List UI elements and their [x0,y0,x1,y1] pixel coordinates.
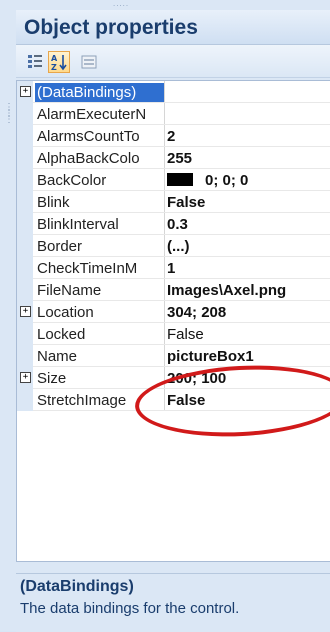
property-name[interactable]: (DataBindings) [35,83,165,103]
property-name[interactable]: Border [37,237,163,257]
expand-icon[interactable]: + [20,306,31,317]
description-pane: (DataBindings) The data bindings for the… [16,573,330,632]
property-name[interactable]: AlarmExecuterN [37,105,163,125]
property-value-text: 0; 0; 0 [205,172,249,189]
property-name[interactable]: AlphaBackColo [37,149,163,169]
property-name[interactable]: CheckTimeInM [37,259,163,279]
column-separator [164,191,165,213]
row-gutter: + [17,81,33,103]
property-row[interactable]: AlarmExecuterN [17,103,330,125]
row-gutter [17,345,33,367]
column-separator [164,235,165,257]
alphabetical-icon: A Z [51,54,67,72]
row-gutter [17,389,33,411]
column-separator [164,323,165,345]
alphabetical-button[interactable]: A Z [48,51,70,73]
column-separator [164,257,165,279]
property-value[interactable]: pictureBox1 [167,347,329,367]
column-separator [164,345,165,367]
property-value[interactable] [167,105,329,125]
property-name[interactable]: Location [37,303,163,323]
description-text: The data bindings for the control. [20,600,240,617]
expand-icon[interactable]: + [20,86,31,97]
object-properties-panel: ..... ⋮ ⋮ ⋮ Object properties A Z + (Dat… [0,0,330,632]
property-row[interactable]: FileName Images\Axel.png [17,279,330,301]
property-grid[interactable]: + (DataBindings) AlarmExecuterN AlarmsCount… [16,80,330,562]
properties-toolbar: A Z [16,45,330,78]
property-value[interactable]: 255 [167,149,329,169]
column-separator [164,147,165,169]
property-row[interactable]: BlinkInterval 0.3 [17,213,330,235]
categorized-button[interactable] [24,51,46,73]
property-value[interactable]: (...) [167,237,329,257]
property-value[interactable]: 0.3 [167,215,329,235]
svg-text:A: A [51,54,58,63]
property-row[interactable]: Locked False [17,323,330,345]
property-value[interactable]: 0; 0; 0 [167,171,329,191]
property-row[interactable]: Name pictureBox1 [17,345,330,367]
description-title: (DataBindings) [20,578,134,595]
categorized-icon [28,55,42,68]
row-gutter [17,257,33,279]
panel-header: Object properties [16,10,330,45]
property-value[interactable]: False [167,193,329,213]
column-separator [164,81,165,103]
row-gutter [17,191,33,213]
side-splitter-grip[interactable]: ⋮ ⋮ ⋮ [4,103,14,145]
property-value[interactable]: 2 [167,127,329,147]
row-gutter [17,323,33,345]
property-row[interactable]: AlarmsCountTo 2 [17,125,330,147]
row-gutter [17,147,33,169]
row-gutter: + [17,367,33,389]
row-gutter [17,235,33,257]
column-separator [164,103,165,125]
property-value[interactable]: False [167,325,329,345]
svg-text:Z: Z [51,63,57,72]
property-value[interactable]: 304; 208 [167,303,329,323]
row-gutter [17,169,33,191]
column-separator [164,213,165,235]
column-separator [164,301,165,323]
row-gutter: + [17,301,33,323]
property-name[interactable]: Size [37,369,163,389]
property-pages-icon [81,55,97,69]
property-value[interactable] [167,83,329,103]
property-name[interactable]: BlinkInterval [37,215,163,235]
property-name[interactable]: BackColor [37,171,163,191]
column-separator [164,125,165,147]
property-name[interactable]: Name [37,347,163,367]
color-swatch [167,173,193,186]
property-row[interactable]: + Location 304; 208 [17,301,330,323]
row-gutter [17,125,33,147]
property-row[interactable]: CheckTimeInM 1 [17,257,330,279]
row-gutter [17,103,33,125]
column-separator [164,169,165,191]
property-name[interactable]: AlarmsCountTo [37,127,163,147]
property-name[interactable]: Locked [37,325,163,345]
row-gutter [17,213,33,235]
row-gutter [17,279,33,301]
column-separator [164,279,165,301]
property-value[interactable]: 1 [167,259,329,279]
property-pages-button[interactable] [78,51,100,73]
property-row[interactable]: + (DataBindings) [17,81,330,103]
property-row[interactable]: Border (...) [17,235,330,257]
property-name[interactable]: FileName [37,281,163,301]
panel-drag-grip[interactable]: ..... [113,0,143,8]
expand-icon[interactable]: + [20,372,31,383]
property-row[interactable]: BackColor 0; 0; 0 [17,169,330,191]
property-row[interactable]: Blink False [17,191,330,213]
property-row[interactable]: AlphaBackColo 255 [17,147,330,169]
panel-title: Object properties [24,16,198,39]
property-name[interactable]: Blink [37,193,163,213]
property-value[interactable]: Images\Axel.png [167,281,329,301]
